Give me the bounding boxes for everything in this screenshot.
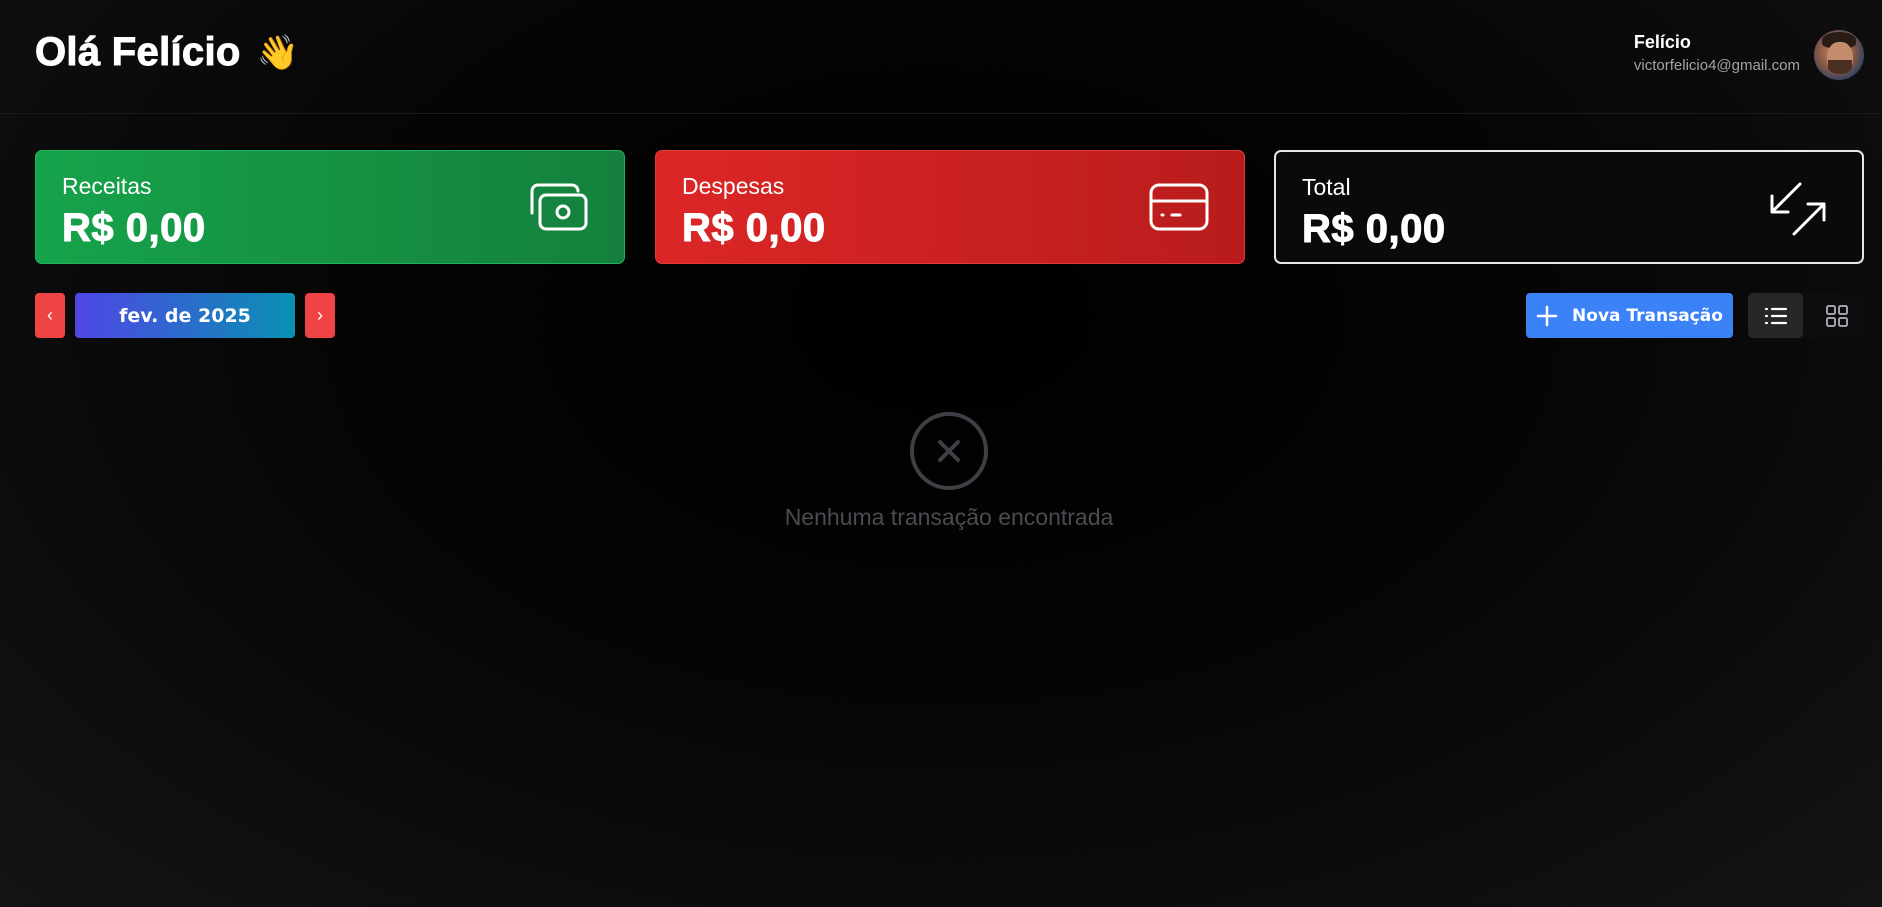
waving-hand-icon: 👋 bbox=[256, 32, 300, 73]
user-info: Felício victorfelicio4@gmail.com bbox=[1634, 32, 1800, 74]
new-transaction-label: Nova Transação bbox=[1572, 305, 1723, 326]
money-bills-icon bbox=[530, 183, 588, 231]
new-transaction-button[interactable]: Nova Transação bbox=[1526, 293, 1733, 338]
list-view-button[interactable] bbox=[1748, 293, 1803, 338]
grid-view-button[interactable] bbox=[1809, 293, 1864, 338]
despesas-label: Despesas bbox=[682, 173, 785, 199]
header: Olá Felício 👋 Felício victorfelicio4@gma… bbox=[0, 0, 1882, 114]
credit-card-icon bbox=[1149, 183, 1209, 231]
total-card: Total R$ 0,00 bbox=[1274, 150, 1864, 264]
month-selector[interactable]: fev. de 2025 bbox=[75, 293, 295, 338]
avatar[interactable] bbox=[1814, 30, 1864, 80]
arrows-diagonal-icon bbox=[1770, 182, 1826, 236]
user-name: Felício bbox=[1633, 32, 1691, 52]
grid-icon bbox=[1825, 304, 1848, 327]
greeting-text: Olá Felício bbox=[35, 30, 241, 75]
plus-icon bbox=[1536, 305, 1558, 326]
receitas-label: Receitas bbox=[62, 173, 152, 199]
empty-state-message: Nenhuma transação encontrada bbox=[784, 504, 1114, 530]
previous-month-button[interactable]: ‹ bbox=[35, 293, 65, 338]
view-toggle bbox=[1748, 293, 1864, 338]
despesas-card: Despesas R$ 0,00 bbox=[655, 150, 1245, 264]
total-value: R$ 0,00 bbox=[1302, 207, 1446, 252]
receitas-card: Receitas R$ 0,00 bbox=[35, 150, 625, 264]
next-month-button[interactable]: › bbox=[305, 293, 335, 338]
total-label: Total bbox=[1302, 174, 1351, 200]
page-title: Olá Felício 👋 bbox=[35, 30, 299, 75]
receitas-value: R$ 0,00 bbox=[62, 206, 206, 251]
chevron-left-icon: ‹ bbox=[47, 305, 53, 325]
empty-state: Nenhuma transação encontrada bbox=[0, 410, 1882, 531]
user-email: victorfelicio4@gmail.com bbox=[1633, 57, 1800, 74]
chevron-right-icon: › bbox=[317, 305, 323, 325]
circle-x-icon bbox=[910, 412, 988, 490]
despesas-value: R$ 0,00 bbox=[682, 206, 826, 251]
list-icon bbox=[1764, 307, 1787, 324]
